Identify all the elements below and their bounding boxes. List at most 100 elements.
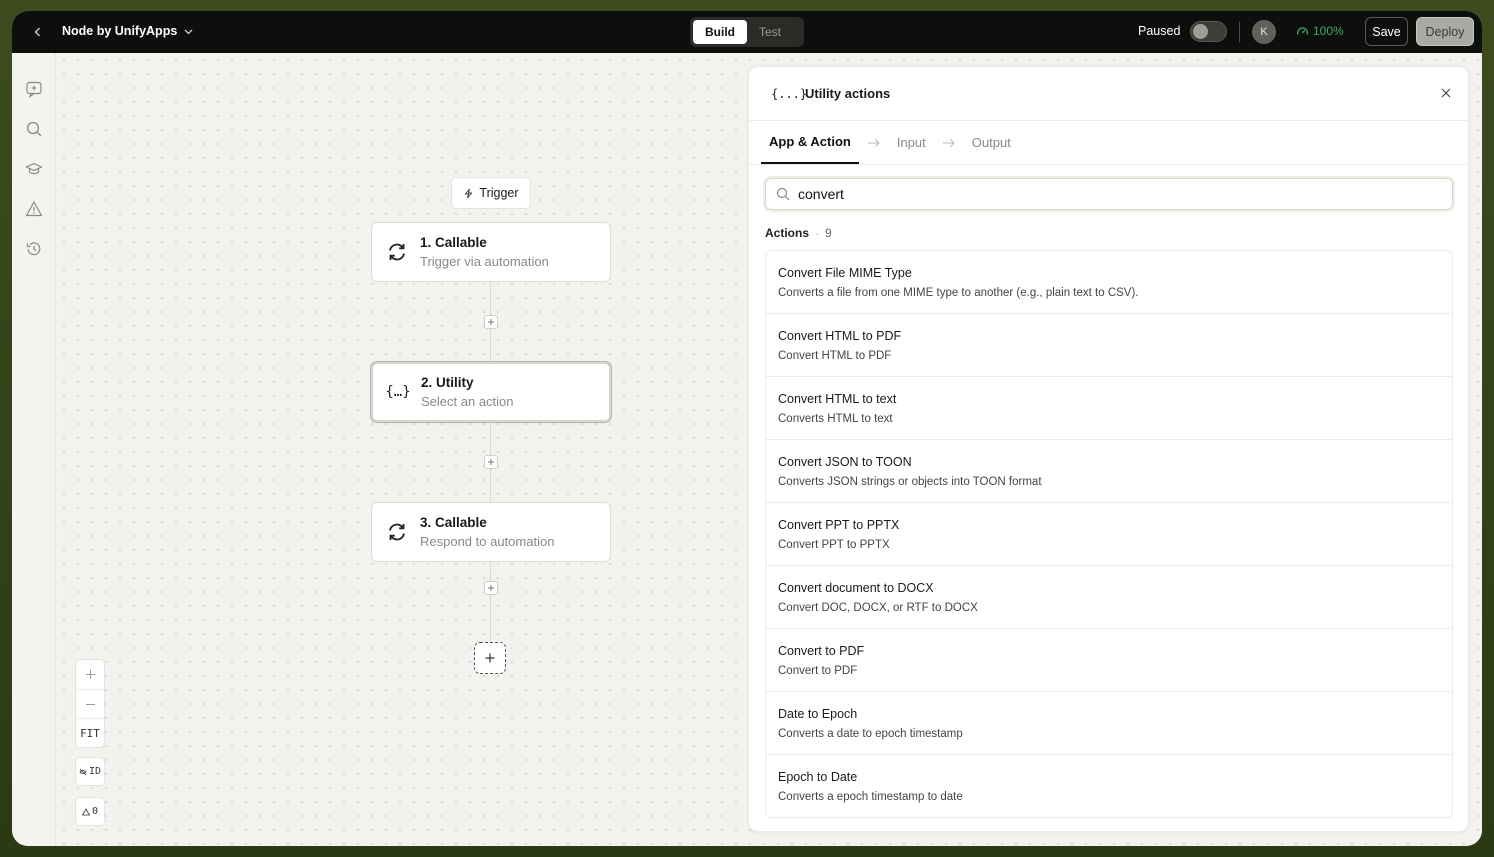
gauge-icon <box>1297 26 1308 35</box>
warning-icon <box>81 807 90 815</box>
plus-icon <box>85 670 95 679</box>
build-tab[interactable]: Build <box>693 20 747 44</box>
add-step-button[interactable] <box>484 455 498 469</box>
tab-app-action[interactable]: App & Action <box>761 121 859 164</box>
search-field <box>765 178 1453 210</box>
action-title: Convert File MIME Type <box>778 266 912 280</box>
list-item[interactable]: Convert document to DOCX Convert DOC, DO… <box>766 566 1452 629</box>
action-title: Epoch to Date <box>778 770 858 784</box>
search-icon <box>26 121 42 137</box>
chevron-left-icon <box>34 27 40 37</box>
node-utility[interactable]: {…} 2. Utility Select an action <box>371 362 611 422</box>
back-button[interactable] <box>28 22 48 42</box>
arrow-right-icon <box>859 121 889 164</box>
actions-count: 9 <box>825 226 832 240</box>
list-item[interactable]: Convert to PDF Convert to PDF <box>766 629 1452 692</box>
actions-list: Convert File MIME Type Converts a file f… <box>765 250 1453 818</box>
health-indicator[interactable]: 100% <box>1296 24 1344 38</box>
test-tab[interactable]: Test <box>747 20 793 44</box>
sidebar-item-search[interactable] <box>24 119 44 139</box>
add-step-button[interactable] <box>484 581 498 595</box>
list-item[interactable]: Convert HTML to PDF Convert HTML to PDF <box>766 314 1452 377</box>
minus-icon <box>85 703 95 705</box>
trigger-button[interactable]: Trigger <box>451 177 531 209</box>
app-title-dropdown[interactable]: Node by UnifyApps <box>62 24 194 38</box>
close-button[interactable] <box>1438 85 1454 101</box>
save-button[interactable]: Save <box>1365 17 1408 46</box>
action-description: Convert PPT to PPTX <box>778 539 890 551</box>
deploy-button[interactable]: Deploy <box>1416 17 1474 46</box>
sidebar-item-learn[interactable] <box>24 159 44 179</box>
list-item[interactable]: Epoch to Date Converts a epoch timestamp… <box>766 755 1452 817</box>
left-sidebar <box>12 53 56 846</box>
divider <box>1239 22 1240 42</box>
action-title: Convert HTML to PDF <box>778 329 902 343</box>
action-description: Converts a date to epoch timestamp <box>778 728 963 740</box>
braces-icon: {...} <box>771 86 808 101</box>
action-title: Convert PPT to PPTX <box>778 518 900 532</box>
plus-icon <box>488 319 494 325</box>
toggle-knob <box>1193 24 1208 39</box>
close-icon <box>1441 88 1451 98</box>
warnings-button[interactable]: 0 <box>75 797 105 826</box>
id-label: ID <box>88 766 102 777</box>
action-description: Converts HTML to text <box>778 413 893 425</box>
separator-dot: · <box>815 226 820 240</box>
avatar[interactable]: K <box>1252 20 1276 44</box>
node-callable-respond[interactable]: 3. Callable Respond to automation <box>371 502 611 562</box>
sync-icon <box>384 519 410 545</box>
paused-label: Paused <box>1138 24 1181 38</box>
app-title: Node by UnifyApps <box>62 24 178 38</box>
graduation-cap-icon <box>25 162 43 175</box>
list-item[interactable]: Date to Epoch Converts a date to epoch t… <box>766 692 1452 755</box>
actions-label: Actions <box>765 226 810 240</box>
paused-toggle[interactable] <box>1190 21 1227 42</box>
tab-input[interactable]: Input <box>889 121 934 164</box>
add-step-button[interactable] <box>484 315 498 329</box>
warning-icon <box>25 200 43 217</box>
tab-output[interactable]: Output <box>964 121 1019 164</box>
health-value: 100% <box>1313 24 1344 38</box>
node-subtitle: Respond to automation <box>420 534 555 549</box>
trigger-label: Trigger <box>479 186 519 200</box>
eye-off-icon <box>79 768 87 775</box>
action-description: Convert to PDF <box>778 665 858 677</box>
sidebar-item-history[interactable] <box>24 239 44 259</box>
action-description: Converts JSON strings or objects into TO… <box>778 476 1042 488</box>
action-description: Convert DOC, DOCX, or RTF to DOCX <box>778 602 978 614</box>
zoom-in-button[interactable] <box>76 660 104 689</box>
braces-icon: {…} <box>385 384 411 400</box>
step-tabs: App & Action Input Output <box>749 121 1468 165</box>
list-item[interactable]: Convert PPT to PPTX Convert PPT to PPTX <box>766 503 1452 566</box>
node-callable-trigger[interactable]: 1. Callable Trigger via automation <box>371 222 611 282</box>
panel-header: {...} Utility actions <box>749 67 1468 121</box>
sidebar-item-assistant[interactable] <box>24 79 44 99</box>
lightning-icon <box>464 188 473 198</box>
list-item[interactable]: Convert HTML to text Converts HTML to te… <box>766 377 1452 440</box>
sidebar-item-alerts[interactable] <box>24 199 44 219</box>
mode-switcher: Build Test <box>690 17 804 47</box>
warnings-count: 0 <box>91 806 99 817</box>
plus-icon <box>488 585 494 591</box>
list-item[interactable]: Convert File MIME Type Converts a file f… <box>766 251 1452 314</box>
fit-button[interactable]: FIT <box>76 718 104 747</box>
node-subtitle: Trigger via automation <box>420 254 549 269</box>
action-description: Converts a epoch timestamp to date <box>778 791 963 803</box>
search-icon <box>776 187 790 201</box>
chat-sparkle-icon <box>26 81 42 98</box>
search-input[interactable] <box>798 186 1438 202</box>
list-item[interactable]: Convert JSON to TOON Converts JSON strin… <box>766 440 1452 503</box>
plus-icon <box>485 653 495 663</box>
action-title: Date to Epoch <box>778 707 858 721</box>
node-subtitle: Select an action <box>421 394 514 409</box>
action-description: Converts a file from one MIME type to an… <box>778 287 1139 299</box>
top-bar: Node by UnifyApps Build Test Paused K 10… <box>12 11 1482 53</box>
zoom-controls: FIT <box>75 659 105 748</box>
add-node-button[interactable] <box>474 642 506 674</box>
action-description: Convert HTML to PDF <box>778 350 892 362</box>
node-title: 3. Callable <box>420 515 487 530</box>
node-title: 1. Callable <box>420 235 487 250</box>
zoom-out-button[interactable] <box>76 689 104 718</box>
utility-actions-panel: {...} Utility actions App & Action Input… <box>748 66 1469 832</box>
show-ids-toggle[interactable]: ID <box>75 757 105 786</box>
